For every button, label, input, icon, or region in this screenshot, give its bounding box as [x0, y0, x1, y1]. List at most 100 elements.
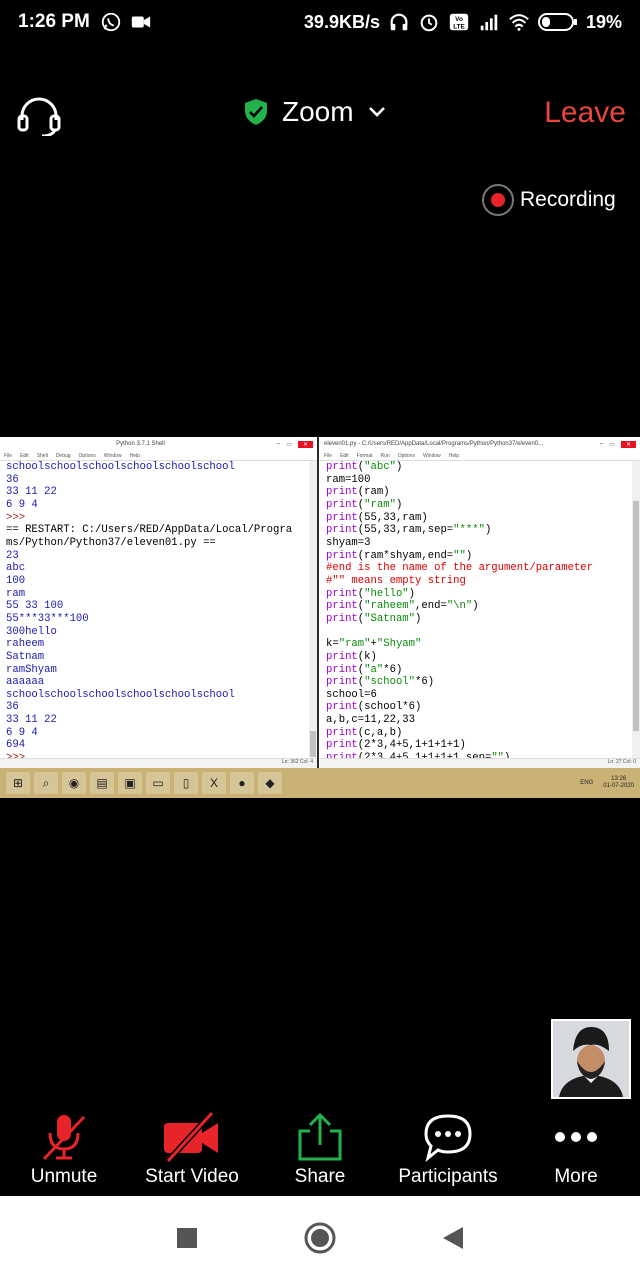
- menu-item[interactable]: Run: [381, 453, 390, 459]
- shell-title: Python 3.7.1 Shell: [116, 441, 165, 447]
- meeting-title[interactable]: Zoom: [244, 96, 386, 128]
- python-shell-window: Python 3.7.1 Shell – ▭ ✕ File Edit Shell Debu…: [0, 437, 319, 768]
- shield-check-icon: [245, 99, 267, 125]
- more-button[interactable]: More: [512, 1108, 640, 1196]
- document-icon: ▯: [174, 772, 198, 794]
- shell-line-text: 33 11 22: [6, 486, 57, 499]
- code-line: print("abc"): [326, 461, 634, 474]
- chat-bubble-icon: [424, 1114, 472, 1162]
- code-line: #"" means empty string: [326, 575, 634, 588]
- wifi-icon: [509, 14, 529, 31]
- shell-line: 33 11 22: [6, 714, 311, 727]
- menu-item[interactable]: Edit: [20, 453, 29, 459]
- battery-icon: [537, 13, 577, 31]
- menu-item[interactable]: Debug: [56, 453, 71, 459]
- zoom-icon: ●: [230, 772, 254, 794]
- start-video-label: Start Video: [145, 1166, 239, 1187]
- menu-item[interactable]: Options: [398, 453, 415, 459]
- shell-line: 6 9 4: [6, 499, 311, 512]
- code-token: *6): [383, 663, 403, 676]
- menu-item[interactable]: Help: [130, 453, 140, 459]
- shell-line: schoolschoolschoolschoolschoolschool: [6, 689, 311, 702]
- recents-square-icon[interactable]: [175, 1226, 199, 1250]
- folder-icon: ▭: [146, 772, 170, 794]
- code-token: print: [326, 498, 358, 511]
- menu-item[interactable]: Format: [357, 453, 373, 459]
- shell-line-text: ramShyam: [6, 663, 57, 676]
- code-line: a,b,c=11,22,33: [326, 714, 634, 727]
- code-token: ): [484, 524, 492, 537]
- window-controls: – ▭ ✕: [600, 440, 636, 448]
- shell-line-text: 36: [6, 473, 19, 486]
- participants-button[interactable]: Participants: [384, 1108, 512, 1196]
- share-button[interactable]: Share: [256, 1108, 384, 1196]
- shell-line: 33 11 22: [6, 486, 311, 499]
- menu-item[interactable]: Shell: [37, 453, 48, 459]
- menu-item[interactable]: File: [4, 453, 12, 459]
- shell-line: abc: [6, 562, 311, 575]
- shell-line: 55***33***100: [6, 613, 311, 626]
- shell-line-text: 23: [6, 549, 19, 562]
- shell-line: raheem: [6, 638, 311, 651]
- svg-text:LTE: LTE: [453, 23, 465, 30]
- unmute-button[interactable]: Unmute: [0, 1108, 128, 1196]
- record-dot-icon: [482, 184, 514, 216]
- shared-screen[interactable]: Python 3.7.1 Shell – ▭ ✕ File Edit Shell Debu…: [0, 437, 640, 798]
- android-nav-bar: [0, 1196, 640, 1280]
- code-token: print: [326, 524, 358, 537]
- shell-line: ram: [6, 588, 311, 601]
- code-token: print: [326, 676, 358, 689]
- tray-language: ENG: [580, 780, 594, 786]
- audio-headset-icon[interactable]: [16, 96, 62, 136]
- code-token: (ram*shyam,end=: [357, 549, 454, 562]
- code-line: shyam=3: [326, 537, 634, 550]
- shell-line: 55 33 100: [6, 600, 311, 613]
- chevron-down-icon: [368, 107, 385, 117]
- menu-item[interactable]: File: [324, 453, 332, 459]
- menu-item[interactable]: Help: [449, 453, 459, 459]
- shell-line: >>>: [6, 512, 311, 525]
- code-line: school=6: [326, 689, 634, 702]
- recording-indicator[interactable]: Recording: [482, 184, 616, 216]
- code-token: "Shyam": [376, 638, 422, 651]
- code-token: "": [453, 549, 466, 562]
- home-circle-icon[interactable]: [303, 1221, 337, 1255]
- tray-date: 01-07-2020: [603, 783, 634, 789]
- shell-line: 100: [6, 575, 311, 588]
- shell-line: == RESTART: C:/Users/RED/AppData/Local/P…: [6, 524, 311, 537]
- shell-line: aaaaaa: [6, 676, 311, 689]
- self-video-thumbnail[interactable]: [551, 1019, 631, 1099]
- person-avatar-icon: [553, 1021, 629, 1097]
- unmute-label: Unmute: [30, 1166, 98, 1187]
- start-video-button[interactable]: Start Video: [128, 1108, 256, 1196]
- menu-item[interactable]: Options: [79, 453, 96, 459]
- participants-label: Participants: [398, 1166, 498, 1187]
- code-token: "ram": [338, 638, 371, 651]
- shell-line-text: abc: [6, 562, 26, 575]
- code-token: (ram): [357, 486, 390, 499]
- signal-icon: [480, 14, 498, 31]
- shell-line-text: raheem: [6, 638, 45, 651]
- menu-item[interactable]: Window: [423, 453, 441, 459]
- code-token: print: [326, 663, 358, 676]
- code-token: print: [326, 701, 358, 714]
- volte-icon: VoLTE: [449, 13, 469, 30]
- app-icon: ▣: [118, 772, 142, 794]
- windows-taskbar: ⊞ ⌕ ◉ ▤ ▣ ▭ ▯ X ● ◆ ENG 13:26 01-07-2020: [0, 768, 640, 798]
- back-triangle-icon[interactable]: [441, 1225, 465, 1251]
- code-line: print(ram*shyam,end=""): [326, 550, 634, 563]
- shell-line-text: 36: [6, 701, 19, 714]
- shell-line-text: 100: [6, 574, 26, 587]
- shell-line-text: schoolschoolschoolschoolschoolschool: [6, 461, 235, 473]
- leave-button[interactable]: Leave: [544, 96, 626, 130]
- code-token: print: [326, 511, 358, 524]
- code-token: print: [326, 600, 358, 613]
- menu-item[interactable]: Edit: [340, 453, 349, 459]
- code-token: (c,a,b): [357, 726, 403, 739]
- code-token: "raheem": [364, 600, 416, 613]
- shell-output: schoolschoolschoolschoolschoolschool 36 33…: [0, 461, 317, 765]
- shell-line-text: Satnam: [6, 650, 45, 663]
- menu-item[interactable]: Window: [104, 453, 122, 459]
- code-token: #"" means empty string: [326, 574, 466, 587]
- shell-line-text: ms/Python/Python37/eleven01.py ==: [6, 536, 216, 549]
